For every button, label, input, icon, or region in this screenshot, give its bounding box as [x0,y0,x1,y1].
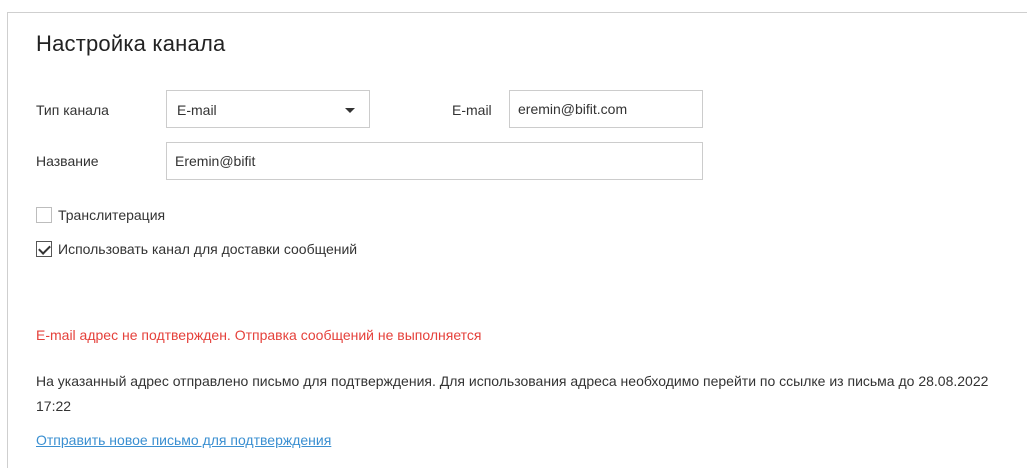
channel-type-select[interactable]: E-mail [166,90,370,128]
name-field[interactable] [166,142,703,180]
transliteration-checkbox[interactable] [36,207,52,223]
email-field[interactable] [509,90,703,128]
channel-type-label: Тип канала [36,102,109,118]
name-label: Название [36,153,99,169]
transliteration-label: Транслитерация [58,207,166,223]
error-message: E-mail адрес не подтвержден. Отправка со… [36,327,482,343]
info-message: На указанный адрес отправлено письмо для… [36,373,989,414]
checkmark-icon [38,242,51,255]
channel-type-value: E-mail [177,102,217,118]
resend-confirmation-link[interactable]: Отправить новое письмо для подтверждения [36,432,331,448]
transliteration-option[interactable]: Транслитерация [36,207,165,223]
email-label: E-mail [452,102,492,118]
chevron-down-icon [345,108,355,113]
use-channel-label: Использовать канал для доставки сообщени… [58,241,358,257]
page-title: Настройка канала [36,31,226,56]
use-channel-checkbox[interactable] [36,241,52,257]
use-channel-option[interactable]: Использовать канал для доставки сообщени… [36,241,357,257]
